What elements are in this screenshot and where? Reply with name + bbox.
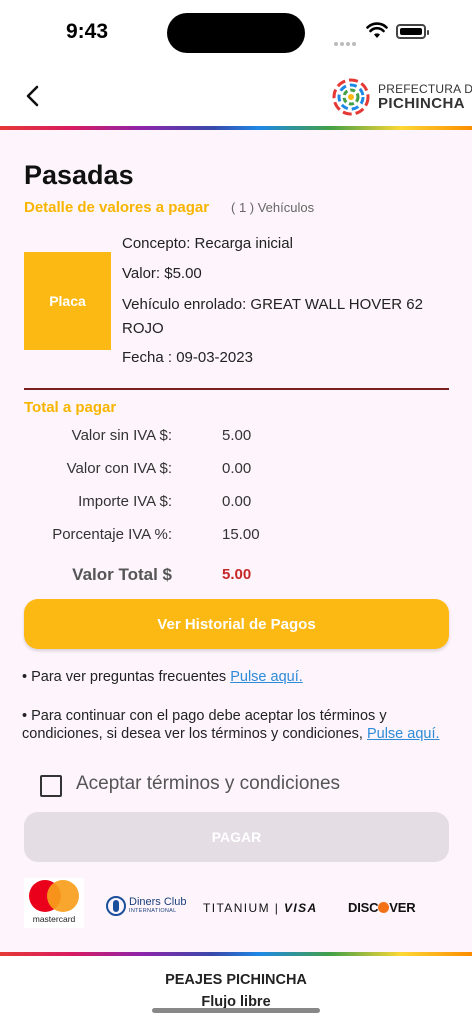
pay-button[interactable]: PAGAR <box>24 812 449 862</box>
plate-badge: Placa <box>24 252 111 350</box>
diners-club-logo: Diners Club INTERNATIONAL <box>106 896 186 918</box>
grand-total-value: 5.00 <box>222 566 252 583</box>
faq-link[interactable]: Pulse aquí. <box>230 669 303 685</box>
terms-checkbox-label[interactable]: Aceptar términos y condiciones <box>76 773 340 795</box>
bottom-rainbow-divider <box>0 952 472 956</box>
discover-text-b: VER <box>389 900 416 915</box>
signal-icon <box>334 33 358 51</box>
prefectura-logo: PREFECTURA DE PICHINCHA <box>330 74 472 118</box>
total-row-value: 5.00 <box>222 427 252 444</box>
diners-subtext: INTERNATIONAL <box>129 908 177 914</box>
page-subtitle: Detalle de valores a pagar <box>24 199 210 216</box>
discover-text-a: DISC <box>348 900 379 915</box>
terms-info: • Para continuar con el pago debe acepta… <box>22 707 442 743</box>
vehicle-count: ( 1 ) Vehículos <box>231 200 315 215</box>
discover-logo: DISC VER <box>348 900 416 915</box>
detail-vehiculo: Vehículo enrolado: GREAT WALL HOVER 62 R… <box>122 296 423 337</box>
footer-title: PEAJES PICHINCHA <box>165 972 307 988</box>
page-title: Pasadas <box>24 160 134 190</box>
diners-text: Diners Club <box>129 896 187 908</box>
back-arrow-icon[interactable] <box>20 82 48 110</box>
mastercard-orange-circle-icon <box>47 880 79 912</box>
battery-icon <box>396 24 429 39</box>
logo-line2: PICHINCHA <box>378 95 465 112</box>
wifi-icon <box>366 22 388 38</box>
footer: PEAJES PICHINCHA Flujo libre <box>0 958 472 1024</box>
total-row-label: Valor sin IVA $: <box>71 427 172 444</box>
visa-text: VISA <box>283 901 318 915</box>
titanium-visa-logo: TITANIUM | VISA <box>203 901 318 915</box>
dynamic-island <box>167 13 305 53</box>
mastercard-text: mastercard <box>32 914 76 924</box>
logo-line1: PREFECTURA DE <box>378 82 472 96</box>
terms-checkbox[interactable] <box>40 775 62 797</box>
titanium-text: TITANIUM <box>203 901 270 915</box>
detail-fecha: Fecha : 09-03-2023 <box>122 349 253 366</box>
total-row-label: Valor con IVA $: <box>66 460 172 477</box>
total-row-value: 0.00 <box>222 460 252 477</box>
detail-valor: Valor: $5.00 <box>122 265 202 282</box>
total-heading: Total a pagar <box>24 399 117 416</box>
payment-history-button[interactable]: Ver Historial de Pagos <box>24 599 449 649</box>
total-row-value: 0.00 <box>222 493 252 510</box>
faq-text: • Para ver preguntas frecuentes <box>22 669 231 685</box>
prefectura-emblem-icon <box>332 78 370 116</box>
total-row-value: 15.00 <box>222 526 260 543</box>
grand-total-label: Valor Total $ <box>72 565 172 584</box>
total-row-label: Porcentaje IVA %: <box>52 526 172 543</box>
terms-text: • Para continuar con el pago debe acepta… <box>22 708 387 742</box>
terms-link[interactable]: Pulse aquí. <box>367 726 440 742</box>
detail-concepto: Concepto: Recarga inicial <box>122 235 293 252</box>
status-bar: 9:43 <box>0 0 472 64</box>
payment-cards: mastercard Diners Club INTERNATIONAL TIT… <box>0 878 472 930</box>
discover-o-icon <box>378 902 390 913</box>
section-divider <box>24 388 449 390</box>
total-row-label: Importe IVA $: <box>78 493 172 510</box>
mastercard-logo: mastercard <box>24 878 84 928</box>
main-content: Pasadas Detalle de valores a pagar ( 1 )… <box>0 130 472 952</box>
faq-info: • Para ver preguntas frecuentes Pulse aq… <box>22 668 442 686</box>
nav-bar: PREFECTURA DE PICHINCHA <box>0 64 472 126</box>
diners-icon <box>106 896 126 916</box>
home-indicator[interactable] <box>152 1008 320 1013</box>
status-time: 9:43 <box>66 20 109 43</box>
